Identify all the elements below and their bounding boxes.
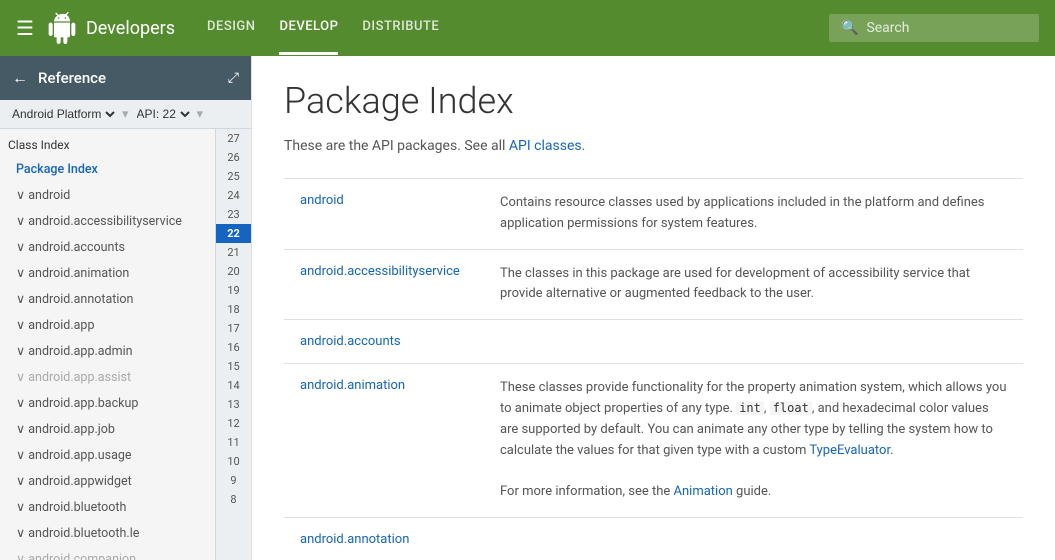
api-18[interactable]: 18 — [216, 300, 251, 319]
intro-static: These are the API packages. See all — [284, 138, 505, 154]
sidebar-item-android-bluetooth[interactable]: ∨ android.bluetooth — [0, 494, 215, 520]
package-name-cell: android.accessibilityservice — [284, 249, 484, 320]
package-link-animation[interactable]: android.animation — [300, 378, 405, 393]
api-26[interactable]: 26 — [216, 148, 251, 167]
package-desc-accounts — [484, 320, 1023, 364]
api-15[interactable]: 15 — [216, 357, 251, 376]
api-20[interactable]: 20 — [216, 262, 251, 281]
api-25[interactable]: 25 — [216, 167, 251, 186]
package-desc-animation: These classes provide functionality for … — [484, 364, 1023, 518]
api-17[interactable]: 17 — [216, 319, 251, 338]
sidebar-title: Reference — [38, 69, 228, 87]
sidebar-item-android-app-backup[interactable]: ∨ android.app.backup — [0, 390, 215, 416]
sidebar-list: Class Index Package Index ∨ android ∨ an… — [0, 129, 215, 560]
sidebar-item-android-animation[interactable]: ∨ android.animation — [0, 260, 215, 286]
filter-separator: ▾ — [122, 107, 129, 122]
nav-links: DESIGN DEVELOP DISTRIBUTE — [207, 1, 829, 55]
sidebar-item-android-bluetooth-le[interactable]: ∨ android.bluetooth.le — [0, 520, 215, 546]
api-14[interactable]: 14 — [216, 376, 251, 395]
brand-text: Developers — [86, 18, 175, 39]
api-classes-link[interactable]: API classes. — [509, 138, 585, 154]
table-row: android.annotation — [284, 517, 1023, 560]
animation-guide-link[interactable]: Animation — [674, 484, 733, 499]
sidebar: ← Reference ⤢ Android Platform ▾ API: 22… — [0, 56, 252, 560]
main-content: Package Index These are the API packages… — [252, 56, 1055, 560]
sidebar-item-android-annotation[interactable]: ∨ android.annotation — [0, 286, 215, 312]
sidebar-item-android-app-job[interactable]: ∨ android.app.job — [0, 416, 215, 442]
api-13[interactable]: 13 — [216, 395, 251, 414]
api-level-scroll: 27 26 25 24 23 22 21 20 19 18 17 16 15 1… — [215, 129, 251, 560]
nav-distribute[interactable]: DISTRIBUTE — [362, 1, 439, 55]
package-desc-annotation — [484, 517, 1023, 560]
search-placeholder: Search — [866, 20, 909, 36]
sidebar-item-android[interactable]: ∨ android — [0, 182, 215, 208]
sidebar-item-android-accessibilityservice[interactable]: ∨ android.accessibilityservice — [0, 208, 215, 234]
sidebar-item-package-index[interactable]: Package Index — [0, 157, 215, 182]
package-table: android Contains resource classes used b… — [284, 178, 1023, 560]
android-logo-icon — [46, 12, 78, 44]
sidebar-item-android-companion[interactable]: ∨ android.companion — [0, 546, 215, 560]
api-22[interactable]: 22 — [216, 224, 251, 243]
nav-design[interactable]: DESIGN — [207, 1, 255, 55]
brand-logo: Developers — [46, 12, 175, 44]
search-box[interactable]: 🔍 Search — [829, 14, 1039, 42]
api-12[interactable]: 12 — [216, 414, 251, 433]
api-9[interactable]: 9 — [216, 471, 251, 490]
table-row: android.accounts — [284, 320, 1023, 364]
api-27[interactable]: 27 — [216, 129, 251, 148]
package-desc-accessibilityservice: The classes in this package are used for… — [484, 249, 1023, 320]
api-24[interactable]: 24 — [216, 186, 251, 205]
package-name-cell: android.accounts — [284, 320, 484, 364]
sidebar-item-android-accounts[interactable]: ∨ android.accounts — [0, 234, 215, 260]
package-link-accounts[interactable]: android.accounts — [300, 334, 401, 349]
back-arrow-icon[interactable]: ← — [12, 68, 28, 88]
package-name-cell: android — [284, 179, 484, 250]
api-11[interactable]: 11 — [216, 433, 251, 452]
sidebar-header: ← Reference ⤢ — [0, 56, 251, 100]
sidebar-item-android-app-usage[interactable]: ∨ android.app.usage — [0, 442, 215, 468]
platform-select[interactable]: Android Platform — [8, 106, 118, 122]
table-row: android.animation These classes provide … — [284, 364, 1023, 518]
table-row: android Contains resource classes used b… — [284, 179, 1023, 250]
sidebar-nav: Class Index Package Index ∨ android ∨ an… — [0, 129, 251, 560]
hamburger-icon[interactable]: ☰ — [16, 16, 34, 40]
page-title: Package Index — [284, 80, 1023, 122]
top-nav: ☰ Developers DESIGN DEVELOP DISTRIBUTE 🔍… — [0, 0, 1055, 56]
api-16[interactable]: 16 — [216, 338, 251, 357]
package-link-annotation[interactable]: android.annotation — [300, 532, 409, 547]
package-name-cell: android.annotation — [284, 517, 484, 560]
content-area: ← Reference ⤢ Android Platform ▾ API: 22… — [0, 56, 1055, 560]
api-select[interactable]: API: 22 — [133, 106, 193, 122]
api-23[interactable]: 23 — [216, 205, 251, 224]
package-desc-android: Contains resource classes used by applic… — [484, 179, 1023, 250]
api-8[interactable]: 8 — [216, 490, 251, 509]
nav-develop[interactable]: DEVELOP — [279, 1, 338, 55]
sidebar-item-class-index[interactable]: Class Index — [0, 133, 215, 157]
sidebar-item-android-app[interactable]: ∨ android.app — [0, 312, 215, 338]
table-row: android.accessibilityservice The classes… — [284, 249, 1023, 320]
package-link-accessibilityservice[interactable]: android.accessibilityservice — [300, 264, 460, 279]
api-10[interactable]: 10 — [216, 452, 251, 471]
intro-text: These are the API packages. See all API … — [284, 138, 1023, 154]
type-evaluator-link[interactable]: TypeEvaluator — [809, 443, 890, 458]
sidebar-item-android-appwidget[interactable]: ∨ android.appwidget — [0, 468, 215, 494]
api-19[interactable]: 19 — [216, 281, 251, 300]
sidebar-item-android-app-assist[interactable]: ∨ android.app.assist — [0, 364, 215, 390]
sidebar-item-android-app-admin[interactable]: ∨ android.app.admin — [0, 338, 215, 364]
api-dropdown-icon: ▾ — [197, 107, 204, 122]
search-icon: 🔍 — [841, 20, 858, 36]
sidebar-filter: Android Platform ▾ API: 22 ▾ — [0, 100, 251, 129]
package-link-android[interactable]: android — [300, 193, 344, 208]
api-21[interactable]: 21 — [216, 243, 251, 262]
package-name-cell: android.animation — [284, 364, 484, 518]
expand-icon[interactable]: ⤢ — [228, 70, 239, 86]
